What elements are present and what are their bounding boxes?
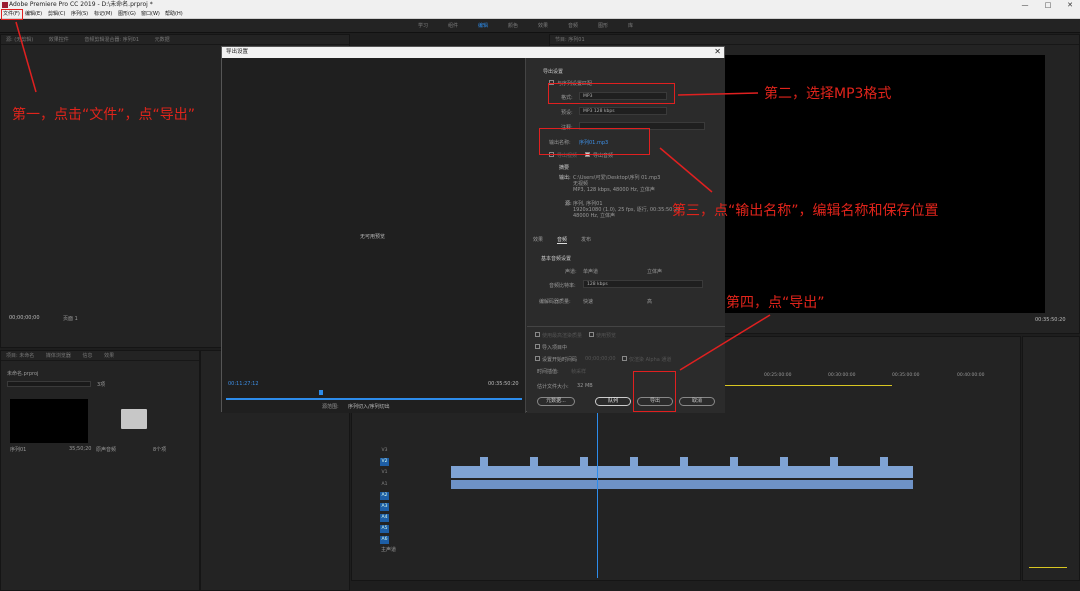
- arrow-step3: [659, 147, 713, 193]
- annotation-step2: 第二，选择MP3格式: [764, 86, 892, 102]
- arrow-step1: [15, 21, 37, 93]
- arrow-step4: [679, 314, 771, 371]
- annotation-step1: 第一，点击“文件”，点“导出”: [12, 107, 196, 123]
- annotation-arrows: [15, 21, 771, 371]
- arrow-step2: [677, 92, 759, 96]
- annotation-step3: 第三，点“输出名称”，编辑名称和保存位置: [672, 203, 939, 219]
- annotation-step4: 第四，点“导出”: [726, 295, 825, 311]
